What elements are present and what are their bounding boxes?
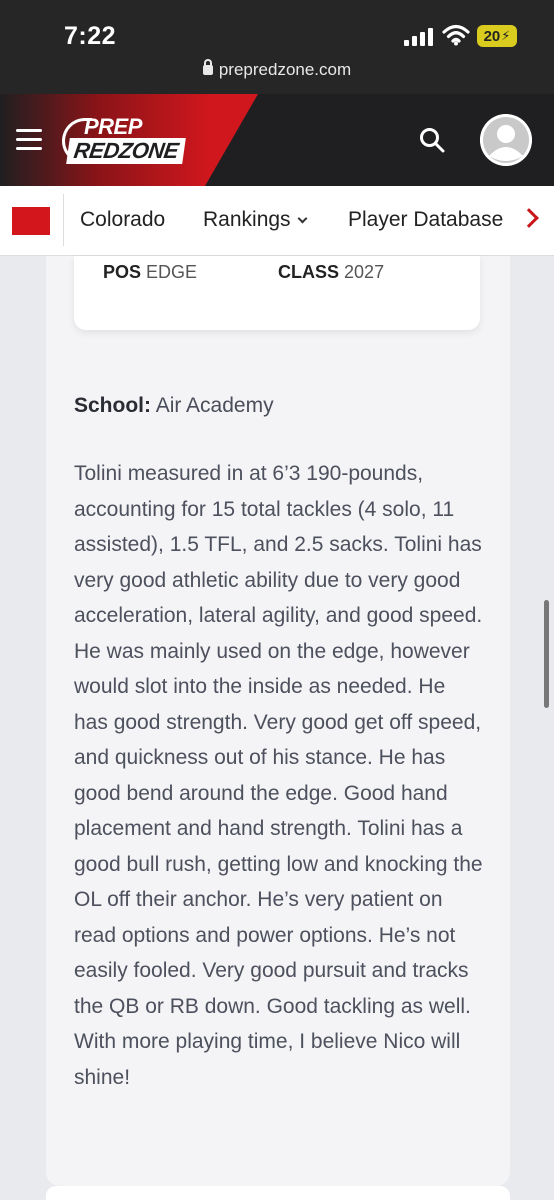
evaluation-text: Tolini measured in at 6’3 190-pounds, ac… bbox=[74, 462, 483, 1089]
url-text: prepredzone.com bbox=[218, 60, 352, 79]
signal-icon bbox=[404, 28, 433, 46]
status-bar: 7:22 20 ⚡ prepredzone.com bbox=[0, 0, 554, 94]
nav-scroll-right-button[interactable] bbox=[510, 187, 554, 255]
menu-icon[interactable] bbox=[16, 129, 42, 151]
site-logo[interactable]: PREP REDZONE bbox=[62, 112, 202, 170]
position-field: POS EDGE bbox=[103, 262, 197, 283]
site-header: PREP REDZONE bbox=[0, 94, 554, 186]
next-card-edge bbox=[46, 1186, 510, 1200]
charging-icon: ⚡ bbox=[501, 28, 511, 43]
nav-divider bbox=[63, 194, 64, 246]
flag-icon[interactable] bbox=[12, 207, 50, 235]
battery-icon: 20 ⚡ bbox=[477, 25, 517, 47]
nav-item-rankings[interactable]: Rankings bbox=[203, 208, 308, 232]
wifi-icon bbox=[442, 24, 470, 46]
avatar-icon[interactable] bbox=[480, 114, 532, 166]
class-label: CLASS bbox=[278, 262, 340, 282]
chevron-right-icon bbox=[519, 208, 539, 228]
position-label: POS bbox=[103, 262, 142, 282]
battery-level: 20 bbox=[483, 27, 501, 45]
scrollbar[interactable] bbox=[544, 600, 549, 708]
school-value: Air Academy bbox=[155, 394, 274, 417]
class-value: 2027 bbox=[344, 262, 385, 282]
address-bar[interactable]: prepredzone.com bbox=[0, 59, 554, 80]
nav-rankings-label: Rankings bbox=[203, 208, 291, 231]
search-icon[interactable] bbox=[418, 126, 446, 154]
lock-icon bbox=[202, 59, 213, 75]
logo-prep-text: PREP bbox=[84, 114, 142, 139]
chevron-down-icon bbox=[297, 213, 308, 224]
school-field: School: Air Academy bbox=[74, 394, 274, 418]
nav-item-colorado[interactable]: Colorado bbox=[80, 208, 165, 232]
class-field: CLASS 2027 bbox=[278, 262, 384, 283]
logo-redzone-text: REDZONE bbox=[66, 138, 186, 164]
school-label: School: bbox=[74, 394, 151, 417]
nav-item-player-database[interactable]: Player Database bbox=[348, 208, 503, 232]
status-time: 7:22 bbox=[64, 22, 117, 50]
position-value: EDGE bbox=[146, 262, 198, 282]
